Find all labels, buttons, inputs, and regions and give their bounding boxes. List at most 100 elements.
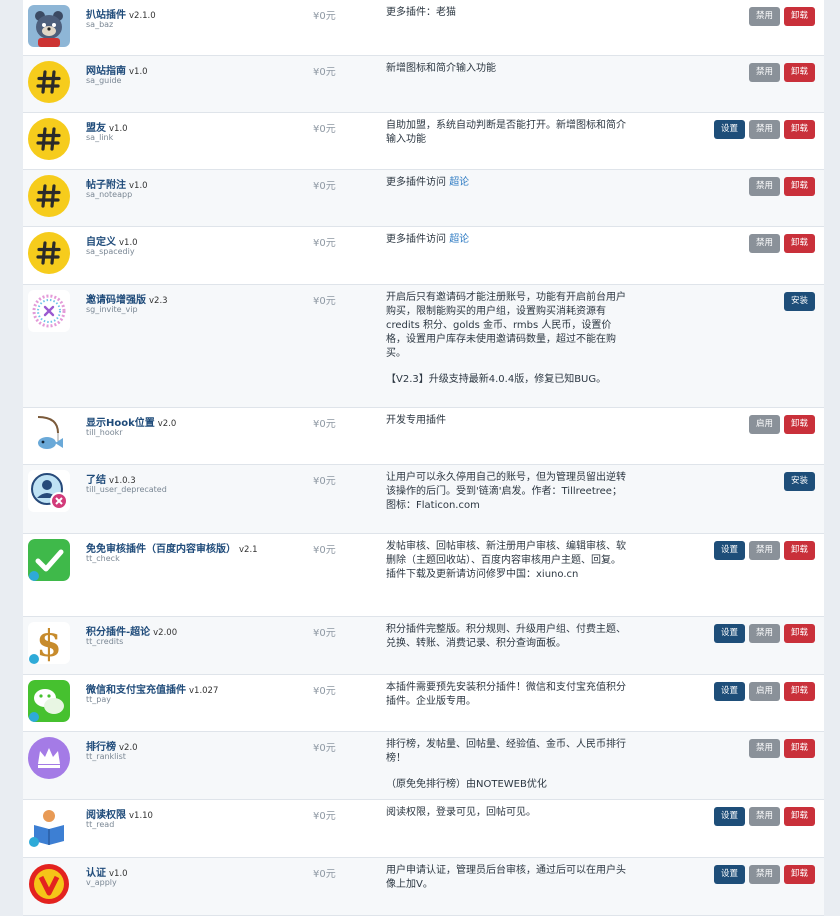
plugin-title[interactable]: 邀请码增强版 v2.3 xyxy=(86,291,168,306)
uninstall-button[interactable]: 卸载 xyxy=(784,177,815,196)
plugin-title[interactable]: 自定义 v1.0 xyxy=(86,233,138,248)
disable-button[interactable]: 禁用 xyxy=(749,7,780,26)
settings-button[interactable]: 设置 xyxy=(714,541,745,560)
description-paragraph: 发帖审核、回帖审核、新注册用户审核、编辑审核、软删除（主题回收站）、百度内容审核… xyxy=(386,541,626,580)
plugin-price: ¥0元 xyxy=(313,811,336,822)
plugin-id: sa_guide xyxy=(86,76,122,85)
plugin-id: tt_ranklist xyxy=(86,752,126,761)
install-button[interactable]: 安装 xyxy=(784,472,815,491)
uninstall-button[interactable]: 卸载 xyxy=(784,682,815,701)
disable-button[interactable]: 禁用 xyxy=(749,624,780,643)
plugin-title[interactable]: 帖子附注 v1.0 xyxy=(86,176,148,191)
plugin-version: v2.1 xyxy=(239,545,258,555)
plugin-row-sg_invite_vip: 邀请码增强版 v2.3 sg_invite_vip ¥0元 开启后只有邀请码才能注… xyxy=(23,285,824,408)
bear-icon xyxy=(28,5,70,47)
plugin-actions: 启用 卸载 xyxy=(749,415,815,434)
enable-button[interactable]: 启用 xyxy=(749,415,780,434)
plugin-title[interactable]: 扒站插件 v2.1.0 xyxy=(86,6,156,21)
plugin-actions: 设置 禁用 卸载 xyxy=(714,624,815,643)
plugin-description: 排行榜，发帖量、回帖量、经验值、金币、人民币排行榜！ （原免免排行榜）由NOTEW… xyxy=(386,738,630,792)
hash-icon xyxy=(28,175,70,217)
description-paragraph: 排行榜，发帖量、回帖量、经验值、金币、人民币排行榜！ xyxy=(386,739,626,764)
check-icon xyxy=(28,539,70,581)
fishing-icon xyxy=(28,413,70,455)
settings-button[interactable]: 设置 xyxy=(714,682,745,701)
uninstall-button[interactable]: 卸载 xyxy=(784,234,815,253)
uninstall-button[interactable]: 卸载 xyxy=(784,739,815,758)
plugin-id: tt_pay xyxy=(86,695,111,704)
description-paragraph: 更多插件访问 超论 xyxy=(386,177,470,188)
enable-button[interactable]: 启用 xyxy=(749,682,780,701)
plugin-description: 开发专用插件 xyxy=(386,414,630,428)
plugin-row-tt_check: 免免审核插件（百度内容审核版） v2.1 tt_check ¥0元 发帖审核、回帖… xyxy=(23,534,824,617)
plugin-id: sg_invite_vip xyxy=(86,305,138,314)
hash-icon xyxy=(28,118,70,160)
reader-icon xyxy=(28,805,70,847)
wechat-icon xyxy=(28,680,70,722)
plugin-actions: 禁用 卸载 xyxy=(749,63,815,82)
disable-button[interactable]: 禁用 xyxy=(749,63,780,82)
dollar-icon: $ xyxy=(28,622,70,664)
plugin-title[interactable]: 了结 v1.0.3 xyxy=(86,471,136,486)
plugin-description: 自助加盟，系统自动判断是否能打开。新增图标和简介输入功能 xyxy=(386,119,630,147)
uninstall-button[interactable]: 卸载 xyxy=(784,541,815,560)
plugin-title[interactable]: 阅读权限 v1.10 xyxy=(86,806,153,821)
disable-button[interactable]: 禁用 xyxy=(749,177,780,196)
plugin-title[interactable]: 排行榜 v2.0 xyxy=(86,738,138,753)
disable-button[interactable]: 禁用 xyxy=(749,865,780,884)
plugin-description: 更多插件访问 超论 xyxy=(386,176,630,190)
install-button[interactable]: 安装 xyxy=(784,292,815,311)
plugin-id: sa_link xyxy=(86,133,114,142)
plugin-description: 阅读权限，登录可见，回帖可见。 xyxy=(386,806,630,820)
plugin-title[interactable]: 显示Hook位置 v2.0 xyxy=(86,414,176,429)
disable-button[interactable]: 禁用 xyxy=(749,234,780,253)
plugin-id: sa_spacediy xyxy=(86,247,135,256)
plugin-actions: 禁用 卸载 xyxy=(749,177,815,196)
plugin-price: ¥0元 xyxy=(313,869,336,880)
plugin-title[interactable]: 盟友 v1.0 xyxy=(86,119,128,134)
plugin-version: v2.1.0 xyxy=(129,11,156,21)
plugin-title[interactable]: 免免审核插件（百度内容审核版） v2.1 xyxy=(86,540,258,555)
plugin-description: 用户申请认证，管理员后台审核，通过后可以在用户头像上加V。 xyxy=(386,864,630,892)
plugin-row-tt_pay: 微信和支付宝充值插件 v1.027 tt_pay ¥0元 本插件需要预先安装积分插… xyxy=(23,675,824,732)
plugin-id: sa_noteapp xyxy=(86,190,133,199)
uninstall-button[interactable]: 卸载 xyxy=(784,624,815,643)
plugin-title[interactable]: 网站指南 v1.0 xyxy=(86,62,148,77)
plugin-title[interactable]: 认证 v1.0 xyxy=(86,864,128,879)
plugin-title[interactable]: 积分插件-超论 v2.00 xyxy=(86,623,177,638)
disable-button[interactable]: 禁用 xyxy=(749,541,780,560)
disable-button[interactable]: 禁用 xyxy=(749,739,780,758)
disable-button[interactable]: 禁用 xyxy=(749,120,780,139)
disable-button[interactable]: 禁用 xyxy=(749,807,780,826)
uninstall-button[interactable]: 卸载 xyxy=(784,415,815,434)
plugin-description: 更多插件：老猫 xyxy=(386,6,630,20)
plugin-price: ¥0元 xyxy=(313,296,336,307)
plugin-price: ¥0元 xyxy=(313,67,336,78)
user-remove-icon xyxy=(28,470,70,512)
plugin-price: ¥0元 xyxy=(313,476,336,487)
plugin-row-sa_link: 盟友 v1.0 sa_link ¥0元 自助加盟，系统自动判断是否能打开。新增图标… xyxy=(23,113,824,170)
description-paragraph: 积分插件完整版。积分规则、升级用户组、付费主题、兑换、转账、消费记录、积分查询面… xyxy=(386,624,626,649)
uninstall-button[interactable]: 卸载 xyxy=(784,807,815,826)
description-link[interactable]: 超论 xyxy=(449,234,469,245)
uninstall-button[interactable]: 卸载 xyxy=(784,7,815,26)
settings-button[interactable]: 设置 xyxy=(714,120,745,139)
settings-button[interactable]: 设置 xyxy=(714,865,745,884)
plugin-version: v2.3 xyxy=(149,296,168,306)
plugin-actions: 设置 禁用 卸载 xyxy=(714,807,815,826)
plugin-row-sa_baz: 扒站插件 v2.1.0 sa_baz ¥0元 更多插件：老猫 禁用 卸载 xyxy=(23,0,824,56)
plugin-id: tt_credits xyxy=(86,637,124,646)
plugin-version: v2.0 xyxy=(157,419,177,429)
uninstall-button[interactable]: 卸载 xyxy=(784,865,815,884)
settings-button[interactable]: 设置 xyxy=(714,624,745,643)
settings-button[interactable]: 设置 xyxy=(714,807,745,826)
plugin-description: 更多插件访问 超论 xyxy=(386,233,630,247)
description-link[interactable]: 超论 xyxy=(449,177,469,188)
uninstall-button[interactable]: 卸载 xyxy=(784,63,815,82)
plugin-description: 新增图标和简介输入功能 xyxy=(386,62,630,76)
plugin-title[interactable]: 微信和支付宝充值插件 v1.027 xyxy=(86,681,218,696)
plugin-row-sa_guide: 网站指南 v1.0 sa_guide ¥0元 新增图标和简介输入功能 禁用 卸载 xyxy=(23,56,824,113)
description-paragraph: 让用户可以永久停用自己的账号，但为管理员留出逆转该操作的后门。受到'链滴'启发。… xyxy=(386,472,626,511)
description-paragraph: 开发专用插件 xyxy=(386,415,446,426)
uninstall-button[interactable]: 卸载 xyxy=(784,120,815,139)
